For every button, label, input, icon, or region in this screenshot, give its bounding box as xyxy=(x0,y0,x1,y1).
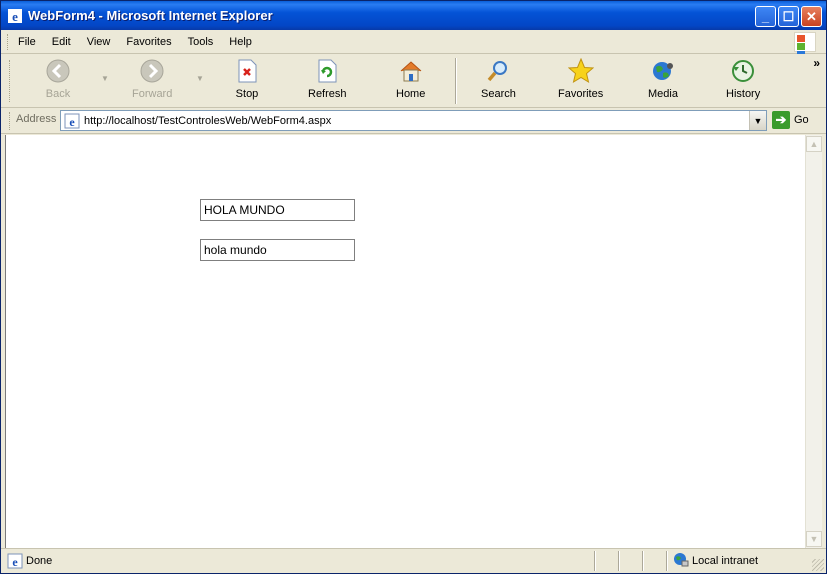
page-done-icon: e xyxy=(7,553,23,569)
window-controls: _ ☐ ✕ xyxy=(755,6,822,27)
refresh-icon xyxy=(314,58,340,84)
media-button[interactable]: Media xyxy=(648,58,678,104)
intranet-zone-icon xyxy=(674,553,689,567)
go-button[interactable]: ➔ Go xyxy=(772,111,809,129)
close-icon: ✕ xyxy=(806,9,817,24)
ie-icon: e xyxy=(8,8,22,24)
toolbar-grip[interactable] xyxy=(9,60,10,102)
favorites-star-icon xyxy=(567,58,594,84)
search-button[interactable]: Search xyxy=(481,58,516,104)
history-icon xyxy=(730,58,756,84)
windows-logo-icon xyxy=(794,32,816,66)
menu-help[interactable]: Help xyxy=(221,32,260,52)
menu-file[interactable]: File xyxy=(10,32,44,52)
textbox-lowercase[interactable] xyxy=(200,239,355,261)
search-icon xyxy=(485,58,511,84)
menu-edit[interactable]: Edit xyxy=(44,32,79,52)
status-text: Done xyxy=(26,555,53,567)
address-label: Address xyxy=(16,113,57,125)
toolbar-chevron-icon[interactable]: » xyxy=(813,56,820,70)
back-arrow-icon xyxy=(45,58,71,84)
address-grip[interactable] xyxy=(9,112,10,130)
forward-button[interactable]: Forward xyxy=(132,58,172,104)
page-content xyxy=(5,135,805,548)
refresh-label: Refresh xyxy=(308,88,347,100)
title-bar[interactable]: e WebForm4 - Microsoft Internet Explorer… xyxy=(1,1,826,30)
page-icon: e xyxy=(64,113,80,129)
status-bar: e Done Local intranet xyxy=(1,548,826,573)
stop-icon xyxy=(234,58,260,84)
standard-toolbar: Back ▼ Forward ▼ Stop Refresh Home Searc… xyxy=(1,54,826,108)
forward-arrow-icon xyxy=(139,58,165,84)
search-label: Search xyxy=(481,88,516,100)
address-url[interactable]: http://localhost/TestControlesWeb/WebFor… xyxy=(84,115,331,127)
browser-window: e WebForm4 - Microsoft Internet Explorer… xyxy=(0,0,827,574)
forward-dropdown-icon[interactable]: ▼ xyxy=(196,74,204,83)
minimize-button[interactable]: _ xyxy=(755,6,776,27)
svg-text:e: e xyxy=(69,115,75,129)
favorites-button[interactable]: Favorites xyxy=(558,58,603,104)
media-label: Media xyxy=(648,88,678,100)
status-divider xyxy=(618,551,620,571)
back-button[interactable]: Back xyxy=(45,58,71,104)
menu-tools[interactable]: Tools xyxy=(180,32,222,52)
maximize-button[interactable]: ☐ xyxy=(778,6,799,27)
address-bar: Address e http://localhost/TestControles… xyxy=(1,108,826,134)
security-zone-text: Local intranet xyxy=(692,555,759,567)
status-divider xyxy=(666,551,668,571)
home-button[interactable]: Home xyxy=(396,58,425,104)
home-icon xyxy=(398,58,424,84)
minimize-icon: _ xyxy=(761,9,770,24)
toolbar-separator xyxy=(455,58,457,104)
forward-label: Forward xyxy=(132,88,173,100)
maximize-icon: ☐ xyxy=(782,9,795,24)
window-title: WebForm4 - Microsoft Internet Explorer xyxy=(28,8,273,23)
scroll-down-icon[interactable]: ▼ xyxy=(806,531,822,547)
status-divider xyxy=(594,551,596,571)
home-label: Home xyxy=(396,88,426,100)
stop-button[interactable]: Stop xyxy=(234,58,260,104)
scroll-up-icon[interactable]: ▲ xyxy=(806,136,822,152)
history-button[interactable]: History xyxy=(726,58,760,104)
address-input[interactable]: e http://localhost/TestControlesWeb/WebF… xyxy=(60,110,767,131)
stop-label: Stop xyxy=(235,88,259,100)
menu-favorites[interactable]: Favorites xyxy=(118,32,179,52)
address-dropdown-icon[interactable]: ▼ xyxy=(749,111,766,130)
back-dropdown-icon[interactable]: ▼ xyxy=(101,74,109,83)
go-arrow-icon: ➔ xyxy=(772,111,790,129)
favorites-label: Favorites xyxy=(558,88,604,100)
svg-text:e: e xyxy=(12,9,18,24)
svg-text:e: e xyxy=(12,555,18,569)
menu-bar: File Edit View Favorites Tools Help xyxy=(1,30,826,66)
vertical-scrollbar[interactable]: ▲ ▼ xyxy=(805,135,822,548)
back-label: Back xyxy=(45,88,71,100)
refresh-button[interactable]: Refresh xyxy=(308,58,347,104)
menu-view[interactable]: View xyxy=(79,32,119,52)
resize-grip-icon[interactable] xyxy=(812,559,824,571)
go-label: Go xyxy=(794,114,809,126)
textbox-uppercase[interactable] xyxy=(200,199,355,221)
close-button[interactable]: ✕ xyxy=(801,6,822,27)
history-label: History xyxy=(726,88,761,100)
status-divider xyxy=(642,551,644,571)
media-icon xyxy=(650,58,676,84)
